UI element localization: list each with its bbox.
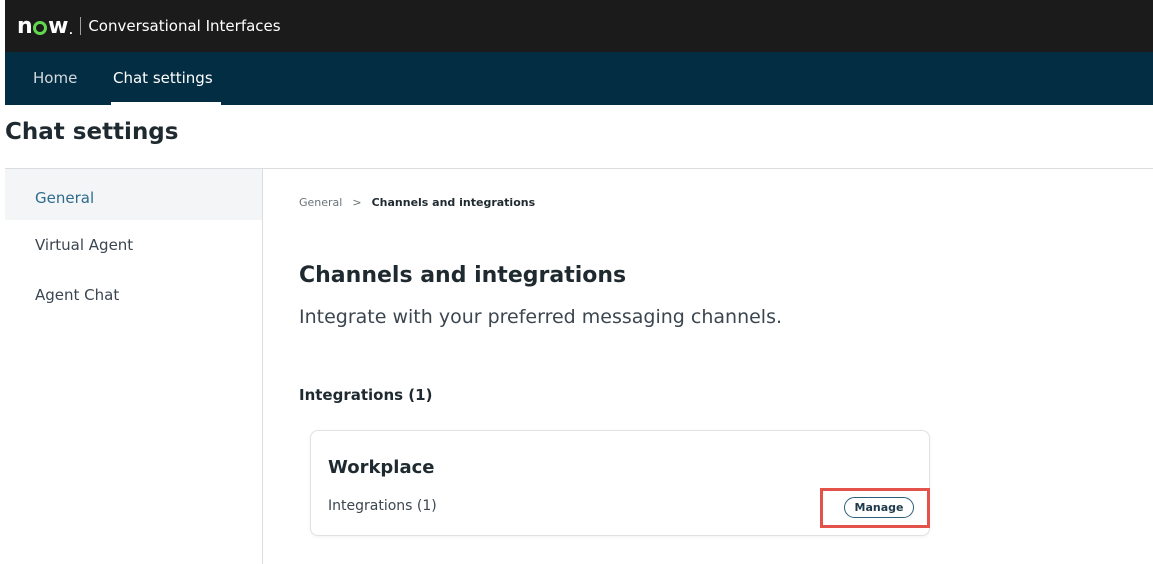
card-title: Workplace [328, 457, 435, 478]
card-subtitle: Integrations (1) [328, 498, 437, 514]
breadcrumb-parent[interactable]: General [299, 196, 342, 209]
section-title: Channels and integrations [299, 263, 627, 288]
sidebar: General Virtual Agent Agent Chat [5, 169, 263, 564]
logo-ring-icon [33, 21, 48, 35]
sidebar-item-agent-chat[interactable]: Agent Chat [5, 270, 262, 320]
breadcrumb-separator-icon: > [352, 196, 362, 209]
nav-bar: Home Chat settings [5, 52, 1153, 105]
manage-button[interactable]: Manage [844, 497, 914, 518]
sidebar-item-virtual-agent[interactable]: Virtual Agent [5, 220, 262, 270]
header-divider [80, 17, 82, 35]
sidebar-item-general[interactable]: General [5, 169, 262, 220]
tab-home[interactable]: Home [33, 52, 77, 105]
integrations-group-title: Integrations (1) [299, 386, 433, 404]
breadcrumb-current: Channels and integrations [371, 196, 536, 209]
servicenow-logo[interactable]: nw. [17, 14, 73, 39]
breadcrumb: General > Channels and integrations [299, 196, 535, 209]
app-title: Conversational Interfaces [88, 17, 281, 35]
section-subtitle: Integrate with your preferred messaging … [299, 306, 783, 328]
tab-chat-settings-label: Chat settings [113, 69, 213, 87]
page-title: Chat settings [5, 119, 179, 145]
top-bar: nw. Conversational Interfaces [5, 0, 1153, 52]
tab-chat-settings[interactable]: Chat settings [111, 52, 221, 105]
page-header: Chat settings [5, 105, 1153, 169]
left-edge [0, 0, 5, 564]
